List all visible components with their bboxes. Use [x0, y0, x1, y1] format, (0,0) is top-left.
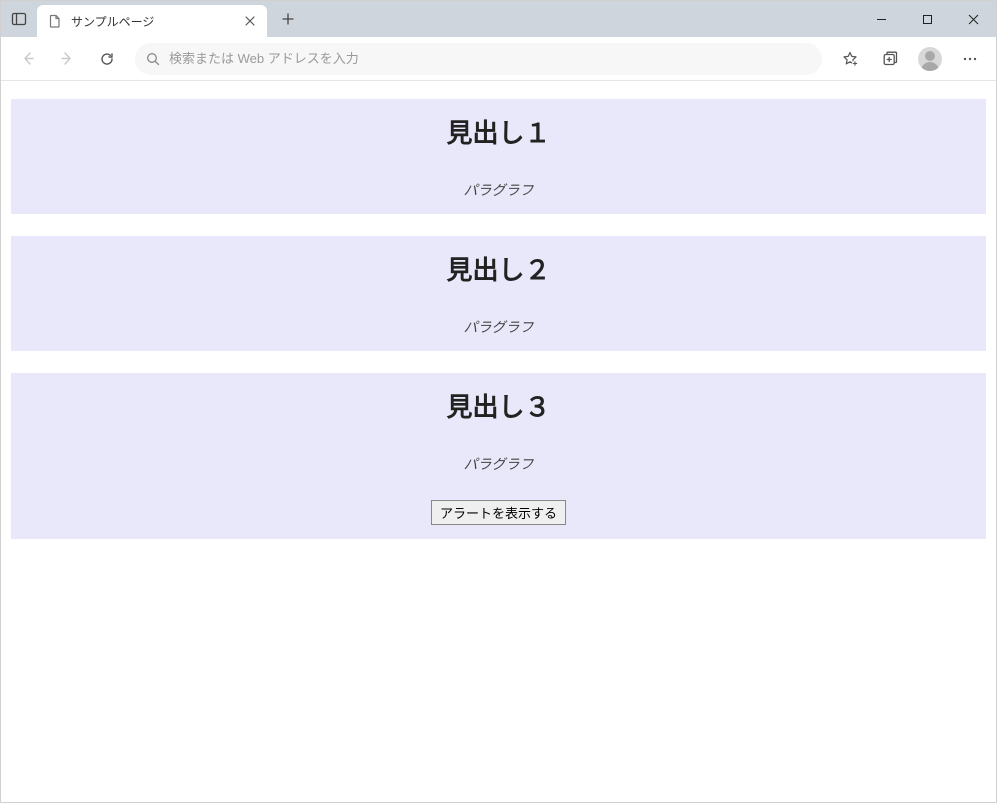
profile-button[interactable]: [912, 41, 948, 77]
refresh-icon: [99, 51, 115, 67]
collections-icon: [882, 50, 899, 67]
more-horizontal-icon: [962, 51, 978, 67]
titlebar-left: サンプルページ: [1, 1, 303, 37]
address-bar[interactable]: [135, 43, 822, 75]
heading-2: 見出し２: [21, 250, 976, 287]
window-maximize-button[interactable]: [904, 1, 950, 37]
close-icon: [245, 16, 255, 26]
nav-forward-button[interactable]: [49, 41, 85, 77]
browser-tab[interactable]: サンプルページ: [37, 5, 267, 37]
show-alert-button[interactable]: アラートを表示する: [431, 500, 566, 525]
page-content: 見出し１ パラグラフ 見出し２ パラグラフ 見出し３ パラグラフ アラートを表示…: [1, 81, 996, 802]
nav-back-button[interactable]: [9, 41, 45, 77]
browser-window: サンプルページ: [0, 0, 997, 803]
titlebar: サンプルページ: [1, 1, 996, 37]
close-icon: [968, 14, 979, 25]
page-favicon-icon: [47, 13, 63, 29]
section-1: 見出し１ パラグラフ: [11, 99, 986, 214]
nav-refresh-button[interactable]: [89, 41, 125, 77]
more-menu-button[interactable]: [952, 41, 988, 77]
tab-title: サンプルページ: [71, 13, 233, 30]
plus-icon: [282, 13, 294, 25]
heading-1: 見出し１: [21, 113, 976, 150]
tab-actions-button[interactable]: [1, 1, 37, 37]
paragraph-3: パラグラフ: [21, 454, 976, 474]
favorites-button[interactable]: [832, 41, 868, 77]
section-2: 見出し２ パラグラフ: [11, 236, 986, 351]
star-plus-icon: [841, 50, 859, 68]
tab-actions-icon: [11, 11, 27, 27]
address-input[interactable]: [169, 51, 812, 66]
search-icon: [145, 52, 161, 66]
arrow-left-icon: [19, 50, 36, 67]
arrow-right-icon: [59, 50, 76, 67]
maximize-icon: [922, 14, 933, 25]
tab-close-button[interactable]: [241, 12, 259, 30]
new-tab-button[interactable]: [273, 4, 303, 34]
paragraph-2: パラグラフ: [21, 317, 976, 337]
paragraph-1: パラグラフ: [21, 180, 976, 200]
avatar-icon: [918, 47, 942, 71]
minimize-icon: [876, 14, 887, 25]
collections-button[interactable]: [872, 41, 908, 77]
button-row: アラートを表示する: [21, 500, 976, 525]
section-3: 見出し３ パラグラフ アラートを表示する: [11, 373, 986, 539]
heading-3: 見出し３: [21, 387, 976, 424]
window-close-button[interactable]: [950, 1, 996, 37]
window-minimize-button[interactable]: [858, 1, 904, 37]
window-controls: [858, 1, 996, 37]
toolbar: [1, 37, 996, 81]
